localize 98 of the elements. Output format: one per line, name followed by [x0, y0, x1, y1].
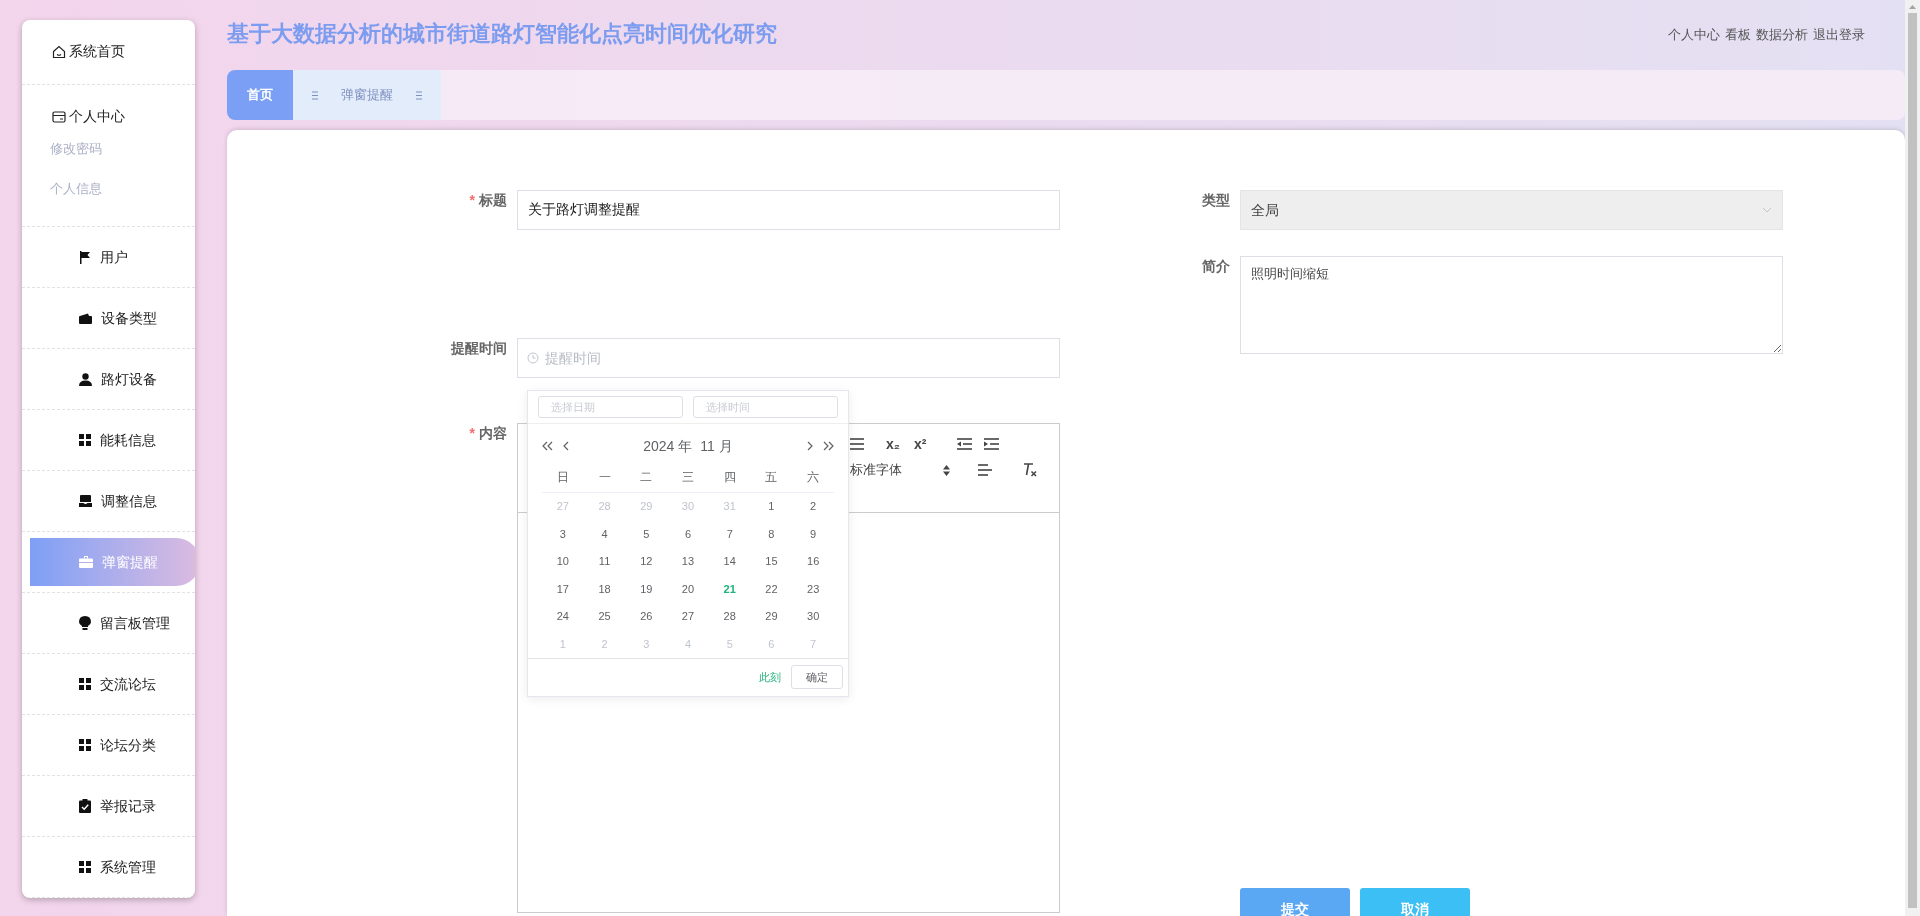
summary-textarea[interactable]: 照明时间缩短	[1240, 256, 1783, 354]
weekday-label: 日	[542, 462, 584, 493]
title-input[interactable]: 关于路灯调整提醒	[517, 190, 1060, 230]
weekday-label: 三	[667, 462, 709, 493]
header-link[interactable]: 看板	[1725, 25, 1751, 45]
calendar-day[interactable]: 22	[750, 575, 793, 603]
field-label: 内容	[479, 424, 507, 443]
calendar-day[interactable]: 8	[750, 520, 793, 548]
calendar-day[interactable]: 18	[583, 575, 626, 603]
clear-format-icon	[1022, 463, 1037, 477]
calendar-day[interactable]: 29	[750, 602, 793, 631]
weekday-label: 二	[625, 462, 668, 493]
chevron-down-icon	[1762, 207, 1772, 213]
calendar-day[interactable]: 3	[542, 520, 584, 548]
calendar-day[interactable]: 2	[792, 492, 834, 521]
datetime-input[interactable]: 提醒时间	[517, 338, 1060, 378]
month-label[interactable]: 11 月	[700, 435, 733, 457]
grid-icon	[79, 678, 91, 690]
scrollbar[interactable]	[1905, 0, 1920, 916]
calendar-day[interactable]: 23	[792, 575, 834, 603]
calendar-day[interactable]: 20	[667, 575, 709, 603]
sidebar-item[interactable]: 能耗信息	[30, 416, 195, 464]
calendar-day[interactable]: 11	[583, 547, 626, 576]
calendar-day[interactable]: 4	[583, 520, 626, 548]
outdent-icon	[957, 438, 972, 450]
header-link[interactable]: 数据分析	[1756, 25, 1808, 45]
flag-icon	[79, 250, 91, 264]
sidebar-item[interactable]: 个人中心	[52, 104, 165, 129]
weekday-label: 六	[792, 462, 834, 493]
field-label: 标题	[479, 191, 507, 210]
list-icon	[850, 438, 864, 450]
calendar-day[interactable]: 25	[583, 602, 626, 631]
clipboard-check-icon	[79, 799, 91, 813]
calendar-day[interactable]: 6	[667, 520, 709, 548]
weekday-label: 五	[750, 462, 793, 493]
double-right-arrow-icon	[823, 441, 834, 452]
sidebar-item[interactable]: 调整信息	[30, 477, 195, 525]
sidebar-item[interactable]: 交流论坛	[30, 660, 195, 708]
weekday-label: 一	[583, 462, 626, 493]
clock-icon	[527, 352, 539, 364]
calendar-day[interactable]: 1	[750, 492, 793, 521]
weekday-label: 四	[708, 462, 751, 493]
calendar-day[interactable]: 5	[625, 520, 668, 548]
calendar-day[interactable]: 19	[625, 575, 668, 603]
person-icon	[79, 372, 92, 386]
home-icon	[52, 44, 66, 59]
sidebar-item[interactable]: 用户	[30, 233, 195, 281]
calendar-day[interactable]: 9	[792, 520, 834, 548]
calendar-day[interactable]: 16	[792, 547, 834, 576]
calendar-day[interactable]: 28	[708, 602, 751, 631]
year-label[interactable]: 2024 年	[643, 435, 693, 457]
sidebar-item[interactable]: 系统首页	[52, 39, 165, 64]
updown-caret-icon	[943, 464, 950, 476]
card-icon	[52, 109, 66, 124]
sidebar-item[interactable]: 留言板管理	[30, 599, 195, 647]
calendar-day[interactable]: 13	[667, 547, 709, 576]
field-label: 简介	[1202, 257, 1230, 276]
menu-icon	[311, 90, 319, 100]
double-left-arrow-icon	[542, 441, 553, 452]
bulb-icon	[79, 616, 91, 630]
scroll-up-arrow-icon	[1909, 5, 1916, 9]
sidebar-item[interactable]: 论坛分类	[30, 721, 195, 769]
sidebar-item[interactable]: 路灯设备	[30, 355, 195, 403]
calendar-day[interactable]: 14	[708, 547, 751, 576]
format-button[interactable]: x₂	[886, 433, 914, 455]
calendar-day[interactable]: 7	[708, 520, 751, 548]
calendar-day[interactable]: 15	[750, 547, 793, 576]
field-label: 提醒时间	[451, 339, 507, 358]
header-link[interactable]: 退出登录	[1813, 25, 1865, 45]
app-title: 基于大数据分析的城市街道路灯智能化点亮时间优化研究	[227, 20, 777, 48]
sidebar-item[interactable]: 系统管理	[30, 843, 195, 891]
field-label: 类型	[1202, 191, 1230, 210]
format-button[interactable]: x²	[914, 433, 942, 455]
sidebar-item[interactable]: 举报记录	[30, 782, 195, 830]
grid-icon	[79, 739, 91, 751]
calendar-day[interactable]: 24	[542, 602, 584, 631]
briefcase-icon	[79, 556, 93, 568]
indent-icon	[984, 438, 999, 450]
calendar-day[interactable]: 12	[625, 547, 668, 576]
font-select[interactable]: 标准字体	[850, 460, 950, 480]
type-select[interactable]: 全局	[1240, 190, 1783, 230]
menu-icon	[415, 90, 423, 100]
header-link[interactable]: 个人中心	[1668, 25, 1720, 45]
calendar-day[interactable]: 10	[542, 547, 584, 576]
wallet-icon	[79, 312, 92, 324]
scrollbar-thumb[interactable]	[1908, 13, 1917, 908]
confirm-button[interactable]: 确定	[791, 665, 843, 690]
required-mark: *	[469, 424, 475, 443]
grid-icon	[79, 434, 91, 446]
align-left-icon	[978, 464, 992, 476]
calendar-day[interactable]: 17	[542, 575, 584, 603]
calendar-day[interactable]: 27	[667, 602, 709, 631]
grid-icon	[79, 861, 91, 873]
sidebar-item[interactable]: 设备类型	[30, 294, 195, 342]
tray-icon	[79, 495, 92, 507]
calendar-day[interactable]: 26	[625, 602, 668, 631]
calendar-day[interactable]: 30	[792, 602, 834, 631]
required-mark: *	[469, 191, 475, 210]
